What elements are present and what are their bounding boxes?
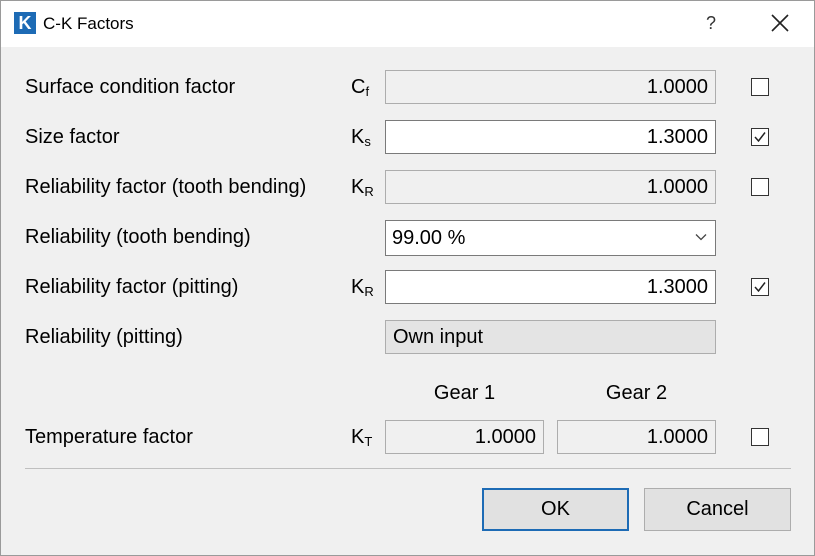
size-factor-label: Size factor [25, 126, 120, 148]
app-logo-icon: K [14, 12, 36, 34]
size-factor-symbol: Ks [351, 126, 371, 149]
reliability-bending-label: Reliability (tooth bending) [25, 226, 251, 248]
reliability-pitting-factor-input[interactable]: 1.3000 [385, 270, 716, 304]
size-factor-checkbox[interactable] [751, 128, 769, 146]
window-title: C-K Factors [43, 14, 134, 33]
gear2-header: Gear 2 [605, 382, 668, 404]
temperature-factor-symbol: KT [351, 426, 373, 449]
close-icon [771, 14, 789, 32]
checkmark-icon [754, 282, 766, 293]
close-button[interactable] [764, 9, 796, 37]
cancel-button[interactable]: Cancel [644, 488, 791, 531]
ck-factors-dialog: K C-K Factors ? Surface condition factor… [0, 0, 815, 556]
surface-condition-symbol: Cf [351, 76, 370, 99]
reliability-bending-symbol: KR [351, 176, 374, 199]
reliability-bending-factor-value: 1.0000 [385, 170, 716, 204]
temperature-factor-checkbox[interactable] [751, 428, 769, 446]
temperature-gear2-value: 1.0000 [557, 420, 716, 454]
reliability-pitting-label: Reliability (pitting) [25, 326, 183, 348]
help-button[interactable]: ? [697, 9, 725, 37]
reliability-bending-select[interactable]: 99.00 % [385, 220, 716, 256]
checkmark-icon [754, 132, 766, 143]
size-factor-input[interactable]: 1.3000 [385, 120, 716, 154]
reliability-bending-selected-value: 99.00 % [392, 227, 466, 249]
reliability-bending-factor-label: Reliability factor (tooth bending) [25, 176, 307, 198]
surface-condition-value: 1.0000 [385, 70, 716, 104]
title-bar: K C-K Factors ? [1, 1, 814, 47]
ok-button[interactable]: OK [482, 488, 629, 531]
reliability-pitting-factor-label: Reliability factor (pitting) [25, 276, 239, 298]
separator [25, 468, 791, 469]
surface-condition-checkbox[interactable] [751, 78, 769, 96]
temperature-factor-label: Temperature factor [25, 426, 193, 448]
reliability-pitting-symbol: KR [351, 276, 374, 299]
temperature-gear1-value: 1.0000 [385, 420, 544, 454]
surface-condition-label: Surface condition factor [25, 76, 236, 98]
gear1-header: Gear 1 [433, 382, 496, 404]
reliability-bending-checkbox[interactable] [751, 178, 769, 196]
reliability-pitting-value: Own input [385, 320, 716, 354]
reliability-pitting-checkbox[interactable] [751, 278, 769, 296]
chevron-down-icon [695, 234, 707, 241]
